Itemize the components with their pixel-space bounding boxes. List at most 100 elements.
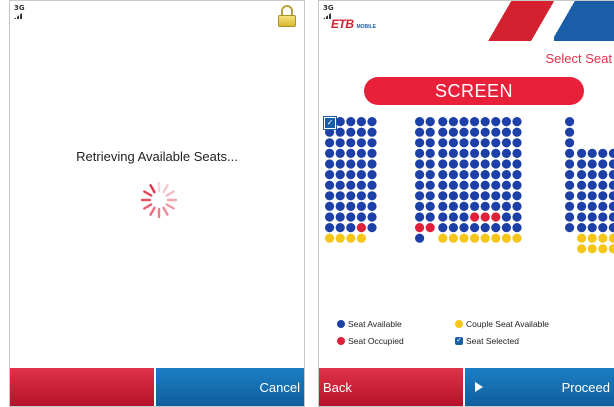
seat-available[interactable] <box>480 148 490 158</box>
seat-available[interactable] <box>346 159 356 169</box>
seat-available[interactable] <box>470 138 480 148</box>
seat-available[interactable] <box>577 191 587 201</box>
seat-available[interactable] <box>587 201 597 211</box>
seat-available[interactable] <box>598 148 608 158</box>
seat-available[interactable] <box>448 127 458 137</box>
seat-available[interactable] <box>459 212 469 222</box>
seat-available[interactable] <box>367 180 377 190</box>
seat-available[interactable] <box>565 201 575 211</box>
seat-available[interactable] <box>459 201 469 211</box>
seat-available[interactable] <box>425 201 435 211</box>
seat-available[interactable] <box>335 138 345 148</box>
seat-available[interactable] <box>501 180 511 190</box>
seat-available[interactable] <box>512 148 522 158</box>
seat-available[interactable] <box>587 148 597 158</box>
seat-available[interactable] <box>565 117 575 127</box>
seat-available[interactable] <box>491 201 501 211</box>
seat-couple[interactable] <box>335 233 345 243</box>
seat-available[interactable] <box>448 180 458 190</box>
seat-available[interactable] <box>448 117 458 127</box>
seat-available[interactable] <box>587 159 597 169</box>
seat-available[interactable] <box>325 148 335 158</box>
seat-available[interactable] <box>512 117 522 127</box>
seat-available[interactable] <box>501 191 511 201</box>
seat-available[interactable] <box>577 212 587 222</box>
seat-available[interactable] <box>415 212 425 222</box>
seat-available[interactable] <box>501 148 511 158</box>
seat-available[interactable] <box>577 180 587 190</box>
seat-available[interactable] <box>448 138 458 148</box>
seat-available[interactable] <box>608 191 614 201</box>
seat-available[interactable] <box>491 159 501 169</box>
seat-available[interactable] <box>415 138 425 148</box>
seat-available[interactable] <box>415 127 425 137</box>
seat-available[interactable] <box>325 201 335 211</box>
seat-available[interactable] <box>480 159 490 169</box>
seat-couple[interactable] <box>577 233 587 243</box>
seat-available[interactable] <box>491 170 501 180</box>
seat-couple[interactable] <box>587 233 597 243</box>
seat-available[interactable] <box>415 191 425 201</box>
seat-available[interactable] <box>577 170 587 180</box>
seat-available[interactable] <box>346 201 356 211</box>
seat-available[interactable] <box>608 170 614 180</box>
seat-available[interactable] <box>565 212 575 222</box>
seat-available[interactable] <box>501 201 511 211</box>
seat-available[interactable] <box>459 180 469 190</box>
seat-available[interactable] <box>325 159 335 169</box>
seat-available[interactable] <box>367 201 377 211</box>
seat-available[interactable] <box>491 138 501 148</box>
seat-couple[interactable] <box>438 233 448 243</box>
seat-available[interactable] <box>470 201 480 211</box>
seat-available[interactable] <box>608 212 614 222</box>
seat-available[interactable] <box>470 180 480 190</box>
seat-available[interactable] <box>335 117 345 127</box>
seat-available[interactable] <box>459 127 469 137</box>
seat-available[interactable] <box>346 212 356 222</box>
seat-available[interactable] <box>512 159 522 169</box>
seat-available[interactable] <box>346 127 356 137</box>
seat-available[interactable] <box>577 201 587 211</box>
seat-available[interactable] <box>577 148 587 158</box>
seat-available[interactable] <box>335 148 345 158</box>
seat-available[interactable] <box>587 212 597 222</box>
seat-available[interactable] <box>491 148 501 158</box>
seat-available[interactable] <box>346 148 356 158</box>
seat-available[interactable] <box>335 159 345 169</box>
seat-available[interactable] <box>501 170 511 180</box>
seat-available[interactable] <box>325 180 335 190</box>
seat-available[interactable] <box>335 201 345 211</box>
seat-available[interactable] <box>565 159 575 169</box>
seat-available[interactable] <box>325 170 335 180</box>
seat-available[interactable] <box>438 148 448 158</box>
seat-available[interactable] <box>480 201 490 211</box>
seat-available[interactable] <box>367 159 377 169</box>
seat-available[interactable] <box>491 223 501 233</box>
seat-available[interactable] <box>367 138 377 148</box>
seat-available[interactable] <box>438 127 448 137</box>
seat-available[interactable] <box>608 180 614 190</box>
seat-available[interactable] <box>459 117 469 127</box>
seat-available[interactable] <box>335 127 345 137</box>
seat-available[interactable] <box>448 201 458 211</box>
seat-couple[interactable] <box>459 233 469 243</box>
seat-available[interactable] <box>512 191 522 201</box>
seat-available[interactable] <box>459 159 469 169</box>
seat-available[interactable] <box>356 159 366 169</box>
seat-available[interactable] <box>587 191 597 201</box>
seat-available[interactable] <box>415 159 425 169</box>
seat-available[interactable] <box>565 180 575 190</box>
seat-available[interactable] <box>491 191 501 201</box>
seat-available[interactable] <box>480 180 490 190</box>
seat-available[interactable] <box>335 180 345 190</box>
seat-available[interactable] <box>598 223 608 233</box>
seat-available[interactable] <box>565 223 575 233</box>
seat-available[interactable] <box>470 117 480 127</box>
seat-couple[interactable] <box>587 244 597 254</box>
seat-available[interactable] <box>415 233 425 243</box>
seat-available[interactable] <box>587 223 597 233</box>
seat-available[interactable] <box>501 117 511 127</box>
seat-available[interactable] <box>512 212 522 222</box>
cancel-softkey[interactable]: Cancel <box>156 368 304 406</box>
seat-available[interactable] <box>608 159 614 169</box>
